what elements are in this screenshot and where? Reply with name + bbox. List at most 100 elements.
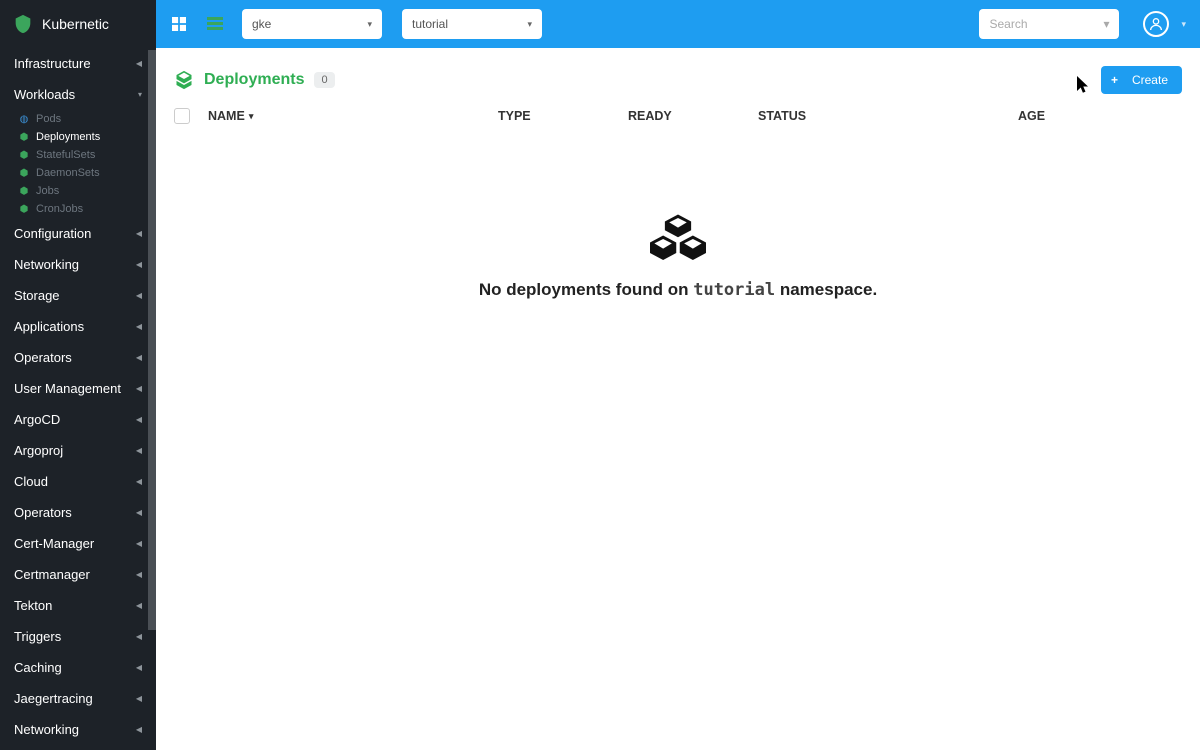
sidebar-section-label: Networking: [14, 257, 79, 272]
column-header-age[interactable]: AGE: [1018, 109, 1098, 123]
namespace-select-value: tutorial: [412, 17, 448, 31]
sidebar-item-statefulsets[interactable]: ⬢ StatefulSets: [0, 146, 156, 164]
caret-left-icon: ◀: [136, 59, 142, 68]
chevron-down-icon: ▾: [367, 19, 372, 30]
clock-icon: ⬢: [18, 203, 30, 215]
cluster-select-value: gke: [252, 17, 271, 31]
caret-left-icon: ◀: [136, 725, 142, 734]
column-header-type[interactable]: TYPE: [498, 109, 628, 123]
caret-left-icon: ◀: [136, 415, 142, 424]
count-badge: 0: [314, 72, 334, 88]
sidebar-section-certmanager[interactable]: Certmanager◀: [0, 559, 156, 590]
namespace-select[interactable]: tutorial ▾: [402, 9, 542, 39]
cube-icon: ◍: [18, 113, 30, 125]
dashboard-icon[interactable]: [170, 15, 188, 33]
job-icon: ⬢: [18, 185, 30, 197]
sidebar-section-networking-2[interactable]: Networking◀: [0, 714, 156, 745]
sidebar-section-label: Operators: [14, 505, 72, 520]
caret-left-icon: ◀: [136, 353, 142, 362]
caret-left-icon: ◀: [136, 601, 142, 610]
sidebar-section-argocd[interactable]: ArgoCD ◀: [0, 404, 156, 435]
sidebar-section-label: Applications: [14, 319, 84, 334]
sidebar-section-jaegertracing[interactable]: Jaegertracing◀: [0, 683, 156, 714]
sidebar-item-label: DaemonSets: [36, 167, 100, 179]
layers-icon: ⬢: [18, 149, 30, 161]
sidebar-section-applications[interactable]: Applications ◀: [0, 311, 156, 342]
caret-left-icon: ◀: [136, 446, 142, 455]
caret-left-icon: ◀: [136, 229, 142, 238]
create-button[interactable]: + Create: [1101, 66, 1182, 94]
sidebar-item-pods[interactable]: ◍ Pods: [0, 110, 156, 128]
sidebar-section-label: Certmanager: [14, 567, 90, 582]
search-input[interactable]: Search ▾: [979, 9, 1119, 39]
sidebar-section-cloud[interactable]: Cloud ◀: [0, 466, 156, 497]
cluster-select[interactable]: gke ▾: [242, 9, 382, 39]
grid-icon: ⬢: [18, 167, 30, 179]
sidebar-section-networking[interactable]: Networking ◀: [0, 249, 156, 280]
sidebar-section-operators[interactable]: Operators ◀: [0, 342, 156, 373]
column-header-name[interactable]: NAME ▾: [208, 109, 498, 123]
sidebar-section-user-management[interactable]: User Management◀: [0, 373, 156, 404]
sidebar-section-configuration[interactable]: Configuration◀: [0, 218, 156, 249]
brand: Kubernetic: [0, 0, 156, 48]
sidebar-item-label: Jobs: [36, 185, 59, 197]
sidebar-section-label: Operators: [14, 350, 72, 365]
sidebar-section-tekton[interactable]: Tekton ◀: [0, 590, 156, 621]
caret-left-icon: ◀: [136, 694, 142, 703]
sidebar-section-label: Cloud: [14, 474, 48, 489]
sidebar-section-cert-manager[interactable]: Cert-Manager ◀: [0, 528, 156, 559]
brand-logo-icon: [12, 13, 34, 35]
table-header: NAME ▾ TYPE READY STATUS AGE: [156, 104, 1200, 134]
sort-desc-icon: ▾: [249, 111, 254, 122]
sidebar-section-label: Workloads: [14, 87, 75, 102]
sidebar-section-label: Cert-Manager: [14, 536, 94, 551]
caret-left-icon: ◀: [136, 663, 142, 672]
sidebar-item-label: Pods: [36, 113, 61, 125]
sidebar-section-infrastructure[interactable]: Infrastructure ◀: [0, 48, 156, 79]
sidebar-scrollbar[interactable]: [148, 50, 156, 630]
user-menu[interactable]: [1143, 11, 1169, 37]
create-button-label: Create: [1132, 73, 1168, 87]
deployments-icon: [174, 70, 194, 90]
chevron-down-icon: ▾: [527, 19, 532, 30]
select-all-checkbox[interactable]: [174, 108, 190, 124]
page-title: Deployments: [204, 71, 304, 89]
sidebar-item-deployments[interactable]: ⬢ Deployments: [0, 128, 156, 146]
sidebar-section-label: Tekton: [14, 598, 52, 613]
caret-down-icon: ▾: [138, 90, 142, 99]
sidebar-section-argoproj[interactable]: Argoproj ◀: [0, 435, 156, 466]
caret-left-icon: ◀: [136, 477, 142, 486]
sidebar-section-operators-2[interactable]: Operators◀: [0, 497, 156, 528]
sidebar-section-caching[interactable]: Caching ◀: [0, 652, 156, 683]
sidebar-section-label: Caching: [14, 660, 62, 675]
chevron-down-icon[interactable]: ▾: [1181, 19, 1186, 30]
sidebar-item-cronjobs[interactable]: ⬢ CronJobs: [0, 200, 156, 218]
sidebar: Kubernetic Infrastructure ◀ Workloads ▾ …: [0, 0, 156, 750]
sidebar-item-label: StatefulSets: [36, 149, 95, 161]
sidebar-item-jobs[interactable]: ⬢ Jobs: [0, 182, 156, 200]
list-icon[interactable]: [206, 15, 224, 33]
sidebar-item-label: Deployments: [36, 131, 100, 143]
page-header: Deployments 0 + Create: [156, 48, 1200, 104]
chevron-down-icon: ▾: [1103, 17, 1109, 31]
caret-left-icon: ◀: [136, 539, 142, 548]
sidebar-item-daemonsets[interactable]: ⬢ DaemonSets: [0, 164, 156, 182]
topbar: gke ▾ tutorial ▾ Search ▾ ▾: [156, 0, 1200, 48]
boxes-icon: ⬢: [18, 131, 30, 143]
sidebar-section-triggers[interactable]: Triggers◀: [0, 621, 156, 652]
sidebar-section-label: User Management: [14, 381, 121, 396]
sidebar-item-label: CronJobs: [36, 203, 83, 215]
sidebar-section-label: Argoproj: [14, 443, 63, 458]
column-header-status[interactable]: STATUS: [758, 109, 1018, 123]
sidebar-section-workloads[interactable]: Workloads ▾: [0, 79, 156, 110]
sidebar-section-storage[interactable]: Storage◀: [0, 280, 156, 311]
empty-state-text: No deployments found on tutorial namespa…: [156, 280, 1200, 300]
brand-name: Kubernetic: [42, 16, 109, 32]
search-placeholder: Search: [989, 17, 1027, 31]
main-content: Deployments 0 + Create NAME ▾ TYPE READY…: [156, 48, 1200, 750]
caret-left-icon: ◀: [136, 260, 142, 269]
sidebar-section-label: ArgoCD: [14, 412, 60, 427]
column-header-ready[interactable]: READY: [628, 109, 758, 123]
caret-left-icon: ◀: [136, 322, 142, 331]
sidebar-section-label: Infrastructure: [14, 56, 91, 71]
